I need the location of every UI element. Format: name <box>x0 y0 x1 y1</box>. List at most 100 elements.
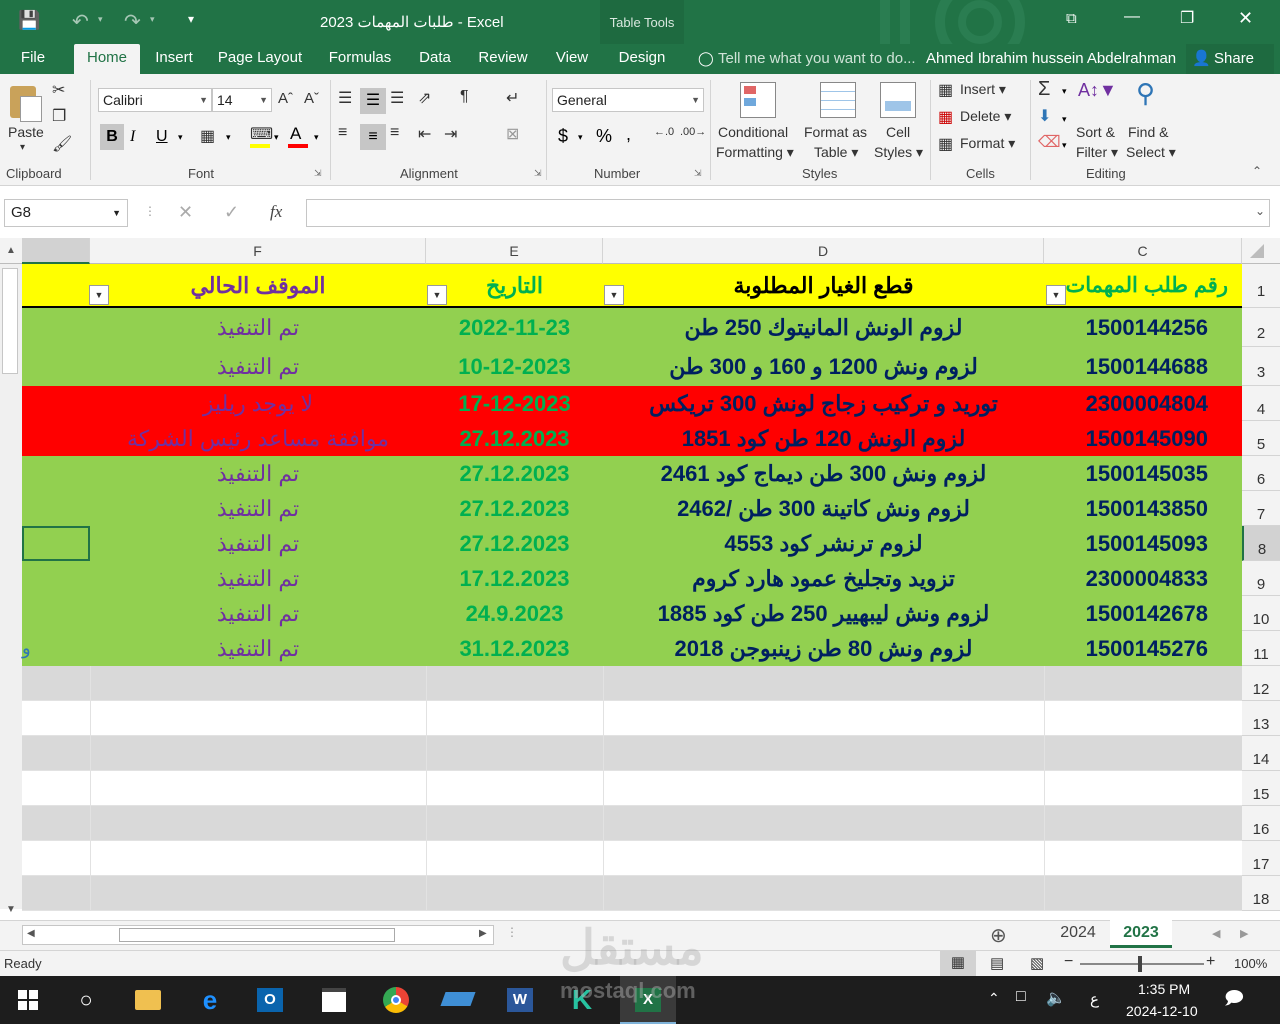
italic-button[interactable]: I <box>130 124 135 150</box>
format-as-table-label2[interactable]: Table ▾ <box>814 144 858 161</box>
filter-dropdown-icon[interactable]: ▼ <box>89 285 109 305</box>
tab-page-layout[interactable]: Page Layout <box>210 44 310 74</box>
confirm-entry-icon[interactable]: ✓ <box>224 202 239 223</box>
row-header-15[interactable]: 15 <box>1242 771 1280 806</box>
number-format-combo[interactable]: General ▼ <box>552 88 704 112</box>
increase-indent-icon[interactable]: ⇥ <box>444 124 457 144</box>
minimize-button[interactable]: — <box>1124 8 1140 26</box>
collapse-ribbon-icon[interactable]: ⌃ <box>1252 164 1262 178</box>
cell-c-11[interactable]: 1500145276 <box>1044 631 1242 666</box>
cell-f-2[interactable]: تم التنفيذ <box>90 308 426 347</box>
cell-c-5[interactable]: 1500145090 <box>1044 421 1242 456</box>
row-header-17[interactable]: 17 <box>1242 841 1280 876</box>
row-header-7[interactable]: 7 <box>1242 491 1280 526</box>
column-header-f[interactable]: F <box>90 238 426 264</box>
find-select-button[interactable]: Find & <box>1128 124 1168 140</box>
cell-e-9[interactable]: 17.12.2023 <box>426 561 603 596</box>
percent-button[interactable]: % <box>596 126 612 147</box>
network-icon[interactable]: □ <box>1016 988 1026 1006</box>
cell-f-10[interactable]: تم التنفيذ <box>90 596 426 631</box>
row-header-18[interactable]: 18 <box>1242 876 1280 911</box>
file-explorer-icon[interactable] <box>128 984 168 1016</box>
column-header-c[interactable]: C <box>1044 238 1242 264</box>
notification-icon[interactable]: 🗩 <box>1224 986 1244 1016</box>
alignment-dialog-launcher-icon[interactable]: ⇲ <box>534 168 542 179</box>
delete-cells-button[interactable]: Delete ▾ <box>960 108 1011 125</box>
tab-view[interactable]: View <box>544 44 600 74</box>
maximize-button[interactable]: ❐ <box>1180 8 1194 28</box>
store-icon[interactable] <box>314 984 354 1016</box>
clock-date[interactable]: 2024-12-10 <box>1126 1003 1198 1019</box>
cell-e-7[interactable]: 27.12.2023 <box>426 491 603 526</box>
cell-c-9[interactable]: 2300004833 <box>1044 561 1242 596</box>
row-header-16[interactable]: 16 <box>1242 806 1280 841</box>
cut-icon[interactable]: ✂ <box>52 80 65 100</box>
cancel-entry-icon[interactable]: ✕ <box>178 202 193 223</box>
format-as-table-button[interactable]: Format as <box>804 124 867 140</box>
filter-dropdown-icon[interactable]: ▼ <box>1046 285 1066 305</box>
customize-qat-icon[interactable]: ▾ <box>188 12 194 26</box>
redo-dropdown-icon[interactable]: ▾ <box>150 14 155 25</box>
fill-icon[interactable]: ⬇ <box>1038 106 1051 126</box>
cell-d-11[interactable]: لزوم ونش 80 طن زينبوجن 2018 <box>603 631 1044 666</box>
row-header-1[interactable]: 1 <box>1242 264 1280 308</box>
tab-file[interactable]: File <box>8 44 58 74</box>
decrease-decimal-icon[interactable]: .00→ <box>680 126 706 138</box>
format-painter-icon[interactable]: 🖌 <box>52 134 72 154</box>
cell-d-7[interactable]: لزوم ونش كاتينة 300 طن /2462 <box>603 491 1044 526</box>
font-size-combo[interactable]: 14 ▼ <box>212 88 272 112</box>
h-scroll-thumb[interactable] <box>119 928 395 942</box>
cell-e-8[interactable]: 27.12.2023 <box>426 526 603 561</box>
cell-e-2[interactable]: 2022-11-23 <box>426 308 603 347</box>
row-header-5[interactable]: 5 <box>1242 421 1280 456</box>
rtl-direction-icon[interactable]: ¶ <box>460 88 469 106</box>
font-name-combo[interactable]: Calibri ▼ <box>98 88 212 112</box>
clear-icon[interactable]: ⌫ <box>1038 132 1061 152</box>
volume-icon[interactable]: 🔈 <box>1046 988 1066 1008</box>
cell-e-4[interactable]: 17-12-2023 <box>426 386 603 421</box>
k-app-icon[interactable]: K <box>562 984 602 1016</box>
normal-view-icon[interactable]: ▦ <box>940 951 976 977</box>
row-header-11[interactable]: 11 <box>1242 631 1280 666</box>
cell-e-1[interactable]: التاريخ <box>426 264 603 306</box>
cell-e-11[interactable]: 31.12.2023 <box>426 631 603 666</box>
scroll-up-icon[interactable]: ▲ <box>0 238 22 264</box>
cell-d-10[interactable]: لزوم ونش ليبهيير 250 طن كود 1885 <box>603 596 1044 631</box>
zoom-slider[interactable] <box>1080 963 1204 965</box>
clock-time[interactable]: 1:35 PM <box>1138 981 1190 997</box>
tab-insert[interactable]: Insert <box>146 44 202 74</box>
cell-d-1[interactable]: قطع الغيار المطلوبة <box>603 264 1044 306</box>
align-middle-icon[interactable]: ☰ <box>360 88 386 114</box>
column-header-e[interactable]: E <box>426 238 603 264</box>
increase-decimal-icon[interactable]: ←.0 <box>654 126 674 138</box>
windows-start-icon[interactable] <box>8 984 48 1016</box>
currency-dropdown-icon[interactable]: ▾ <box>578 132 583 143</box>
expand-formula-icon[interactable]: ⌄ <box>1255 204 1265 218</box>
fill-dropdown-icon[interactable]: ▾ <box>1062 114 1067 125</box>
page-break-view-icon[interactable]: ▧ <box>1030 954 1044 972</box>
sheet-tab-2023[interactable]: 2023 <box>1110 920 1172 948</box>
font-color-dropdown-icon[interactable]: ▾ <box>314 132 319 143</box>
zoom-out-button[interactable]: − <box>1064 953 1073 971</box>
new-sheet-button[interactable]: ⊕ <box>990 923 1007 948</box>
tab-design[interactable]: Design <box>606 44 678 74</box>
search-circle-icon[interactable]: ○ <box>66 984 106 1016</box>
cell-f-1[interactable]: الموقف الحالي <box>90 264 426 306</box>
select-all-corner[interactable] <box>1242 238 1280 264</box>
cell-c-6[interactable]: 1500145035 <box>1044 456 1242 491</box>
clear-dropdown-icon[interactable]: ▾ <box>1062 140 1067 151</box>
row-header-13[interactable]: 13 <box>1242 701 1280 736</box>
cell-d-8[interactable]: لزوم ترنشر كود 4553 <box>603 526 1044 561</box>
tab-home[interactable]: Home <box>74 44 140 74</box>
share-button[interactable]: 👤 Share <box>1186 44 1274 74</box>
chrome-icon[interactable] <box>376 984 416 1016</box>
tab-formulas[interactable]: Formulas <box>320 44 400 74</box>
decrease-indent-icon[interactable]: ⇤ <box>418 124 431 144</box>
cell-d-2[interactable]: لزوم الونش المانيتوك 250 طن <box>603 308 1044 347</box>
vertical-scrollbar[interactable] <box>0 264 22 909</box>
cell-f-11[interactable]: تم التنفيذ <box>90 631 426 666</box>
row-header-14[interactable]: 14 <box>1242 736 1280 771</box>
cell-c-3[interactable]: 1500144688 <box>1044 347 1242 386</box>
cell-d-5[interactable]: لزوم الونش 120 طن كود 1851 <box>603 421 1044 456</box>
cell-c-4[interactable]: 2300004804 <box>1044 386 1242 421</box>
